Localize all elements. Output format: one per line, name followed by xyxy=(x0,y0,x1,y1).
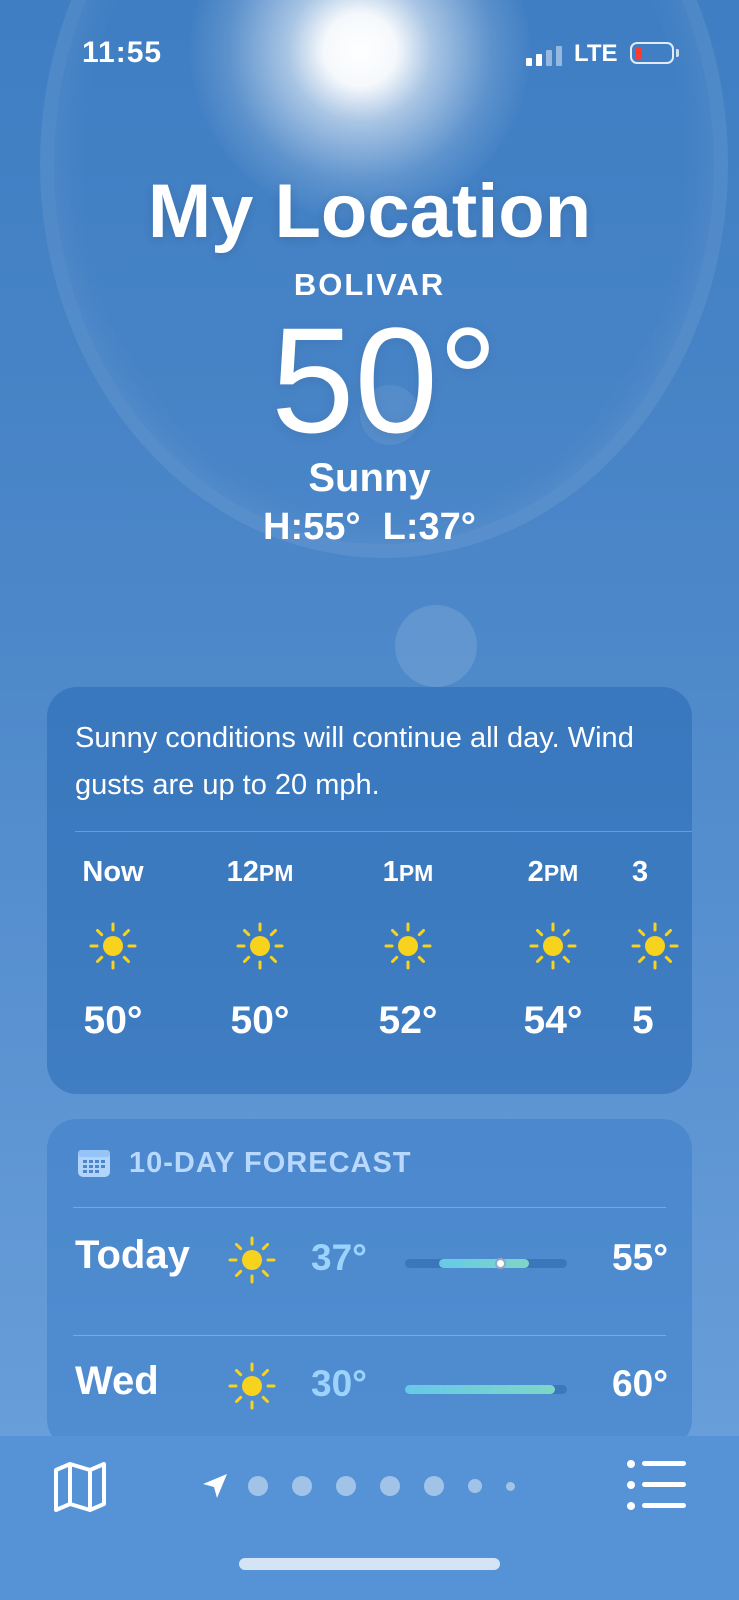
forecast-low: 37° xyxy=(311,1237,367,1278)
current-temperature: 50° xyxy=(271,296,498,464)
hour-temp: 54° xyxy=(523,999,583,1042)
current-condition: Sunny xyxy=(308,456,431,500)
forecast-high: 55° xyxy=(612,1237,668,1278)
hour-temp: 50° xyxy=(230,999,290,1042)
sun-icon xyxy=(529,922,577,970)
hour-item: 12PM 50° xyxy=(205,847,315,1043)
list-icon[interactable] xyxy=(626,1458,688,1512)
high-temp: H:55° xyxy=(263,506,361,548)
divider xyxy=(73,1335,666,1336)
hour-label: 2PM xyxy=(527,856,579,888)
status-bar: 11:55 LTE xyxy=(0,0,739,110)
hour-item: 1PM 52° xyxy=(353,847,463,1043)
page-dot[interactable] xyxy=(292,1476,312,1496)
page-dot[interactable] xyxy=(424,1476,444,1496)
forecast-row[interactable]: Today 37° 55° xyxy=(75,1223,668,1293)
hour-temp: 50° xyxy=(83,999,143,1042)
hour-temp: 5 xyxy=(632,999,654,1042)
battery-cap xyxy=(676,49,679,57)
divider xyxy=(75,831,692,832)
hour-label: 1PM xyxy=(382,856,434,888)
forecast-day: Today xyxy=(75,1233,190,1277)
battery-icon xyxy=(630,42,674,64)
forecast-header: 10-DAY FORECAST xyxy=(77,1141,412,1185)
hourly-forecast-card[interactable]: Sunny conditions will continue all day. … xyxy=(47,687,692,1094)
sun-icon xyxy=(89,922,137,970)
page-dot[interactable] xyxy=(380,1476,400,1496)
bottom-toolbar xyxy=(0,1436,739,1600)
page-indicator[interactable] xyxy=(200,1466,539,1506)
sun-icon xyxy=(236,922,284,970)
forecast-row[interactable]: Wed 30° 60° xyxy=(75,1349,668,1419)
forecast-day: Wed xyxy=(75,1359,159,1403)
hour-label: 3 xyxy=(632,856,649,888)
forecast-summary: Sunny conditions will continue all day. … xyxy=(75,722,634,801)
sun-icon xyxy=(228,1362,276,1410)
temperature-range-fill xyxy=(405,1385,555,1394)
page-dot[interactable] xyxy=(336,1476,356,1496)
hour-label: 12PM xyxy=(226,856,294,888)
temperature-range-bar xyxy=(405,1258,567,1269)
battery-level xyxy=(635,47,642,59)
current-temp-marker xyxy=(495,1258,506,1269)
hour-item: Now 50° xyxy=(58,847,168,1043)
ten-day-forecast-card[interactable]: 10-DAY FORECAST Today 37° 55° Wed 30° 60… xyxy=(47,1119,692,1449)
hour-label: Now xyxy=(82,856,144,888)
forecast-low: 30° xyxy=(311,1363,367,1404)
sun-icon xyxy=(384,922,432,970)
hour-temp: 52° xyxy=(378,999,438,1042)
lens-flare xyxy=(395,605,477,687)
sun-icon xyxy=(631,922,679,970)
page-dot[interactable] xyxy=(468,1479,482,1493)
location-title: My Location xyxy=(147,169,592,254)
status-time: 11:55 xyxy=(82,36,163,69)
high-low: H:55° L:37° xyxy=(0,506,739,549)
divider xyxy=(73,1207,666,1208)
temperature-range-bar xyxy=(405,1385,567,1394)
forecast-high: 60° xyxy=(612,1363,668,1404)
temperature-range-fill xyxy=(439,1259,529,1268)
network-type: LTE xyxy=(574,40,618,67)
cellular-signal-icon xyxy=(526,44,562,66)
low-temp: L:37° xyxy=(382,506,476,548)
hour-item: 2PM 54° xyxy=(498,847,608,1043)
home-indicator[interactable] xyxy=(239,1558,500,1570)
page-dot[interactable] xyxy=(506,1481,515,1491)
map-icon[interactable] xyxy=(50,1456,110,1516)
sun-icon xyxy=(228,1236,276,1284)
calendar-icon xyxy=(78,1150,110,1177)
hour-item: 3 5 xyxy=(622,847,692,1043)
forecast-title: 10-DAY FORECAST xyxy=(129,1146,412,1179)
page-dot[interactable] xyxy=(248,1476,268,1496)
location-arrow-icon xyxy=(203,1474,227,1498)
